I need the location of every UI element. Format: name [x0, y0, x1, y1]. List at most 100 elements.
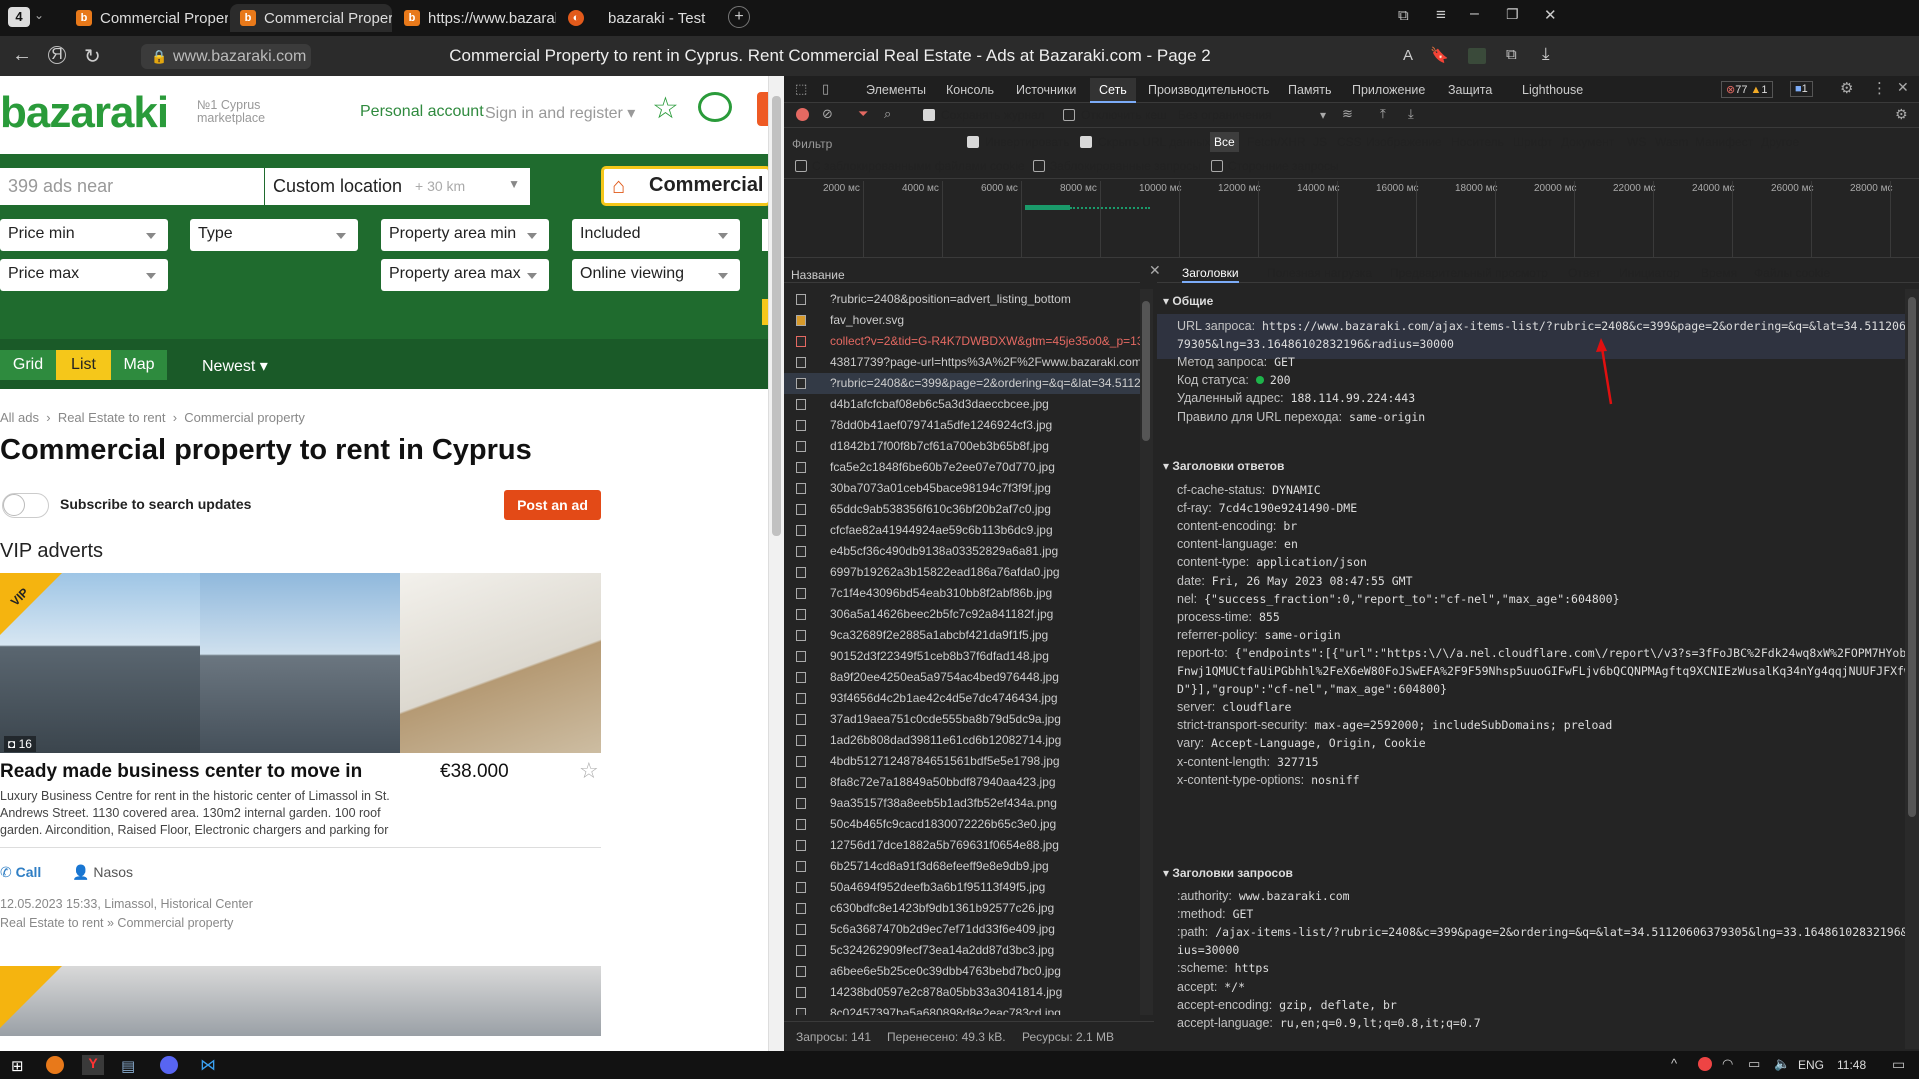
- disable-cache-checkbox[interactable]: [1063, 109, 1075, 121]
- notifications-icon[interactable]: ▭: [1892, 1056, 1905, 1073]
- detail-tab-cookies[interactable]: Файлы cookie: [1754, 266, 1830, 280]
- tab-3[interactable]: bhttps://www.bazaraki.com/: [394, 4, 556, 32]
- ad-photo-2[interactable]: [200, 573, 400, 753]
- detail-tab-payload[interactable]: Полезная нагрузка: [1267, 266, 1372, 280]
- sign-in-link[interactable]: Sign in and register ▾: [485, 103, 635, 123]
- request-row[interactable]: c630bdfc8e1423bf9db1361b92577c26.jpg: [784, 898, 1140, 919]
- clock[interactable]: 11:48: [1837, 1058, 1866, 1072]
- request-row[interactable]: 9aa35157f38a8eeb5b1ad3fb52ef434a.png: [784, 793, 1140, 814]
- detail-tab-initiator[interactable]: Инициатор: [1619, 266, 1680, 280]
- request-row[interactable]: d4b1afcfcbaf08eb6c5a3d3daeccbcee.jpg: [784, 394, 1140, 415]
- detail-tab-headers[interactable]: Заголовки: [1182, 261, 1239, 283]
- extension-icon[interactable]: [1468, 48, 1486, 64]
- response-headers-title[interactable]: ▾ Заголовки ответов: [1163, 459, 1284, 473]
- third-party-checkbox[interactable]: [1211, 160, 1223, 172]
- request-row[interactable]: ?rubric=2408&position=advert_listing_bot…: [784, 289, 1140, 310]
- detail-tab-response[interactable]: Ответ: [1568, 266, 1601, 280]
- filter-type-font[interactable]: Шрифт: [1513, 135, 1552, 149]
- list-view-button[interactable]: List: [56, 350, 111, 380]
- collections-icon[interactable]: ⧉: [1398, 7, 1409, 24]
- detail-scrollbar[interactable]: [1905, 289, 1919, 1049]
- filter-type-js[interactable]: JS: [1313, 135, 1327, 149]
- reload-icon[interactable]: ↻: [84, 44, 101, 69]
- blocked-requests-checkbox[interactable]: [1033, 160, 1045, 172]
- location-select[interactable]: Custom location + 30 km ▼: [265, 168, 530, 205]
- tab-1[interactable]: bCommercial Property For S: [66, 4, 228, 32]
- request-row[interactable]: 43817739?page-url=https%3A%2F%2Fwww.baza…: [784, 352, 1140, 373]
- tray-app-icon[interactable]: [1698, 1057, 1712, 1071]
- type-select[interactable]: Type: [190, 219, 358, 251]
- import-icon[interactable]: ⤒: [1380, 106, 1386, 122]
- filter-type-media[interactable]: Носитель: [1451, 135, 1504, 149]
- devtools-tab-application[interactable]: Приложение: [1352, 83, 1425, 97]
- request-row[interactable]: 9ca32689f2e2885a1abcbf421da9f1f5.jpg: [784, 625, 1140, 646]
- request-row[interactable]: 65ddc9ab538356f610c36bf20b2af7c0.jpg: [784, 499, 1140, 520]
- online-viewing-select[interactable]: Online viewing: [572, 259, 740, 291]
- preserve-log-checkbox[interactable]: [923, 109, 935, 121]
- ad-photo-3[interactable]: [400, 573, 601, 753]
- property-area-max-select[interactable]: Property area max: [381, 259, 549, 291]
- detail-tab-preview[interactable]: Предварительный просмотр: [1390, 266, 1548, 280]
- grid-view-button[interactable]: Grid: [0, 350, 56, 380]
- close-devtools-icon[interactable]: ✕: [1897, 79, 1909, 96]
- filter-type-ws[interactable]: WS: [1627, 135, 1646, 149]
- request-headers-title[interactable]: ▾ Заголовки запросов: [1163, 866, 1293, 880]
- filter-type-fetch[interactable]: Fetch/XHR: [1247, 135, 1306, 149]
- translate-icon[interactable]: A: [1403, 47, 1413, 64]
- app-icon-3[interactable]: ▤: [121, 1057, 135, 1075]
- record-icon[interactable]: [796, 108, 809, 121]
- filter-type-other[interactable]: Другое: [1761, 135, 1799, 149]
- device-icon[interactable]: ▯: [822, 81, 829, 97]
- settings-gear-icon[interactable]: ⚙: [1840, 79, 1853, 97]
- map-view-button[interactable]: Map: [111, 350, 167, 380]
- vscode-icon[interactable]: ⋈: [200, 1055, 216, 1075]
- new-tab-icon[interactable]: +: [728, 6, 750, 28]
- request-row[interactable]: 8c02457397ba5a680898d8e2eac783cd.jpg: [784, 1003, 1140, 1015]
- name-column-header[interactable]: Название: [791, 268, 845, 282]
- menu-icon[interactable]: ≡: [1436, 5, 1446, 25]
- included-select[interactable]: Included: [572, 219, 740, 251]
- clear-icon[interactable]: ⊘: [822, 106, 833, 122]
- request-row[interactable]: 12756d17dce1882a5b769631f0654e88.jpg: [784, 835, 1140, 856]
- tab-count-badge[interactable]: 4: [8, 7, 30, 27]
- inspect-icon[interactable]: ⬚: [795, 81, 807, 97]
- page-scrollbar[interactable]: [768, 76, 784, 1051]
- request-row[interactable]: cfcfae82a41944924ae59c6b113b6dc9.jpg: [784, 520, 1140, 541]
- request-row[interactable]: ?rubric=2408&c=399&page=2&ordering=&q=&l…: [784, 373, 1140, 394]
- issues-counter[interactable]: ⊗77 ▲1: [1721, 81, 1773, 98]
- filter-input[interactable]: Фильтр: [792, 137, 832, 151]
- bazaraki-logo[interactable]: bazaraki: [0, 88, 169, 138]
- blocked-cookies-checkbox[interactable]: [795, 160, 807, 172]
- breadcrumb-real-estate[interactable]: Real Estate to rent: [58, 410, 166, 425]
- filter-type-doc[interactable]: Документ: [1561, 135, 1614, 149]
- request-row[interactable]: collect?v=2&tid=G-R4K7DWBDXW&gtm=45je35o…: [784, 331, 1140, 352]
- discord-icon[interactable]: [160, 1056, 178, 1074]
- property-area-min-select[interactable]: Property area min: [381, 219, 549, 251]
- request-row[interactable]: 50a4694f952deefb3a6b1f95113f49f5.jpg: [784, 877, 1140, 898]
- personal-account-link[interactable]: Personal account: [360, 103, 484, 121]
- chevron-down-icon[interactable]: ⌄: [34, 8, 44, 22]
- request-row[interactable]: 30ba7073a01ceb45bace98194c7f3f9f.jpg: [784, 478, 1140, 499]
- request-row[interactable]: 8fa8c72e7a18849a50bbdf87940aa423.jpg: [784, 772, 1140, 793]
- yandex-browser-icon[interactable]: Y: [82, 1055, 104, 1075]
- throttle-select[interactable]: Без ограничения ▾: [1178, 108, 1326, 122]
- minimize-icon[interactable]: –: [1470, 5, 1479, 23]
- general-section-title[interactable]: ▾ Общие: [1163, 294, 1213, 308]
- price-min-select[interactable]: Price min: [0, 219, 168, 251]
- tab-4[interactable]: ◐ bazaraki - Test: [558, 4, 720, 32]
- devtools-tab-lighthouse[interactable]: Lighthouse: [1522, 83, 1583, 97]
- chat-icon[interactable]: [698, 92, 732, 122]
- request-row[interactable]: 8a9f20ee4250ea5a9754ac4bed976448.jpg: [784, 667, 1140, 688]
- more-vertical-icon[interactable]: ⋮: [1872, 79, 1887, 97]
- yandex-icon[interactable]: Я: [48, 46, 66, 64]
- url-field[interactable]: 🔒 www.bazaraki.com: [141, 44, 311, 69]
- bookmark-icon[interactable]: 🔖: [1430, 46, 1449, 64]
- export-icon[interactable]: ⤓: [1408, 106, 1414, 122]
- invert-checkbox[interactable]: [967, 136, 979, 148]
- request-row[interactable]: 4bdb51271248784651561bdf5e5e1798.jpg: [784, 751, 1140, 772]
- request-row[interactable]: a6bee6e5b25ce0c39dbb4763bebd7bc0.jpg: [784, 961, 1140, 982]
- search-icon[interactable]: ⌕: [884, 106, 891, 122]
- call-button[interactable]: ✆ Call: [0, 864, 41, 881]
- messages-counter[interactable]: ■1: [1790, 81, 1813, 97]
- request-row[interactable]: 7c1f4e43096bd54eab310bb8f2abf86b.jpg: [784, 583, 1140, 604]
